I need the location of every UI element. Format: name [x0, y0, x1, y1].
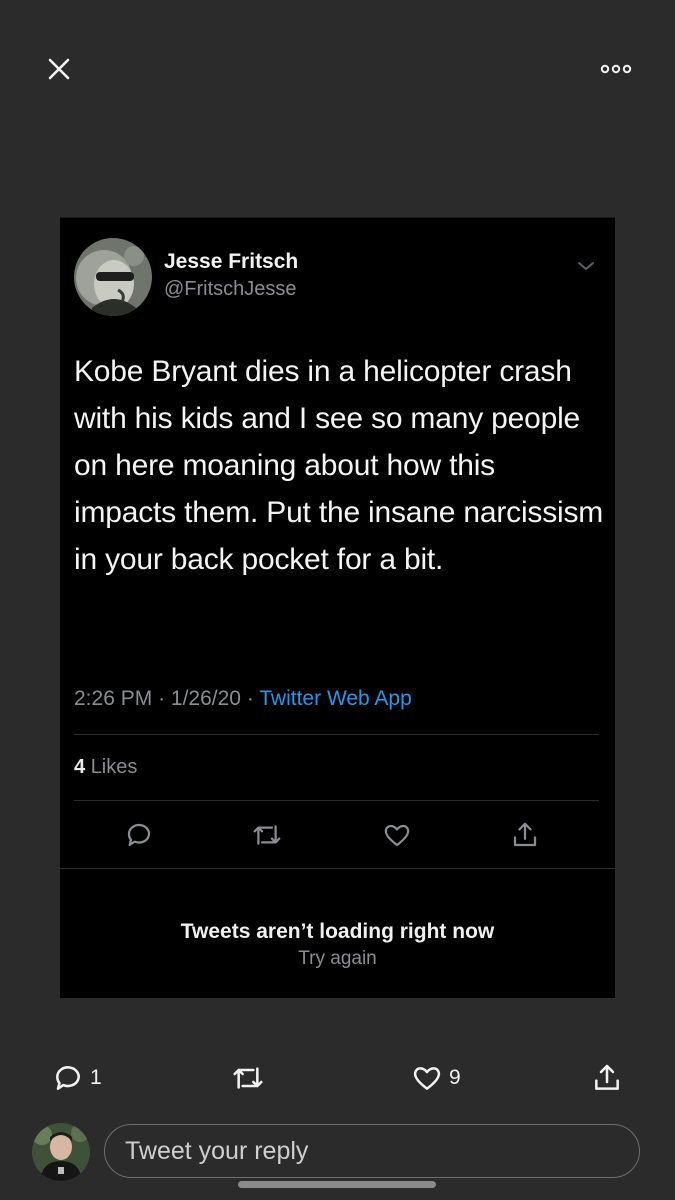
- reply-icon: [56, 1066, 80, 1090]
- close-button[interactable]: [38, 48, 80, 90]
- tweet-time: 2:26 PM: [74, 687, 153, 710]
- tweet-text: Kobe Bryant dies in a helicopter crash w…: [74, 355, 604, 576]
- tweet-source: Twitter Web App: [259, 687, 412, 710]
- share-icon: [595, 1064, 619, 1090]
- heart-icon: [413, 1067, 441, 1090]
- close-icon: [48, 58, 70, 80]
- reply-button[interactable]: 1: [52, 1060, 102, 1096]
- divider: [60, 868, 615, 869]
- tweets-error-title: Tweets aren’t loading right now: [180, 920, 495, 943]
- tweet-metadata: 2:26 PM · 1/26/20 · Twitter Web App: [74, 687, 412, 711]
- embedded-retweet-icon: [250, 818, 284, 852]
- retweet-icon: [233, 1067, 263, 1089]
- tweet-author-avatar: [74, 238, 152, 316]
- reply-count: 1: [90, 1066, 102, 1089]
- more-options-button[interactable]: [593, 52, 639, 86]
- tweet-likes-label: Likes: [90, 756, 138, 778]
- chevron-down-icon: [578, 262, 594, 271]
- tweet-author-name: Jesse Fritsch: [164, 250, 299, 273]
- share-button[interactable]: [591, 1060, 623, 1096]
- tweet-date: 1/26/20: [170, 687, 241, 710]
- divider: [74, 800, 599, 801]
- meta-separator: ·: [246, 687, 260, 710]
- like-count: 9: [449, 1066, 461, 1089]
- media-viewer: Jesse Fritsch @FritschJesse Kobe Bryant …: [0, 0, 675, 1200]
- tweet-likes-count: 4: [74, 756, 86, 778]
- reply-input[interactable]: Tweet your reply: [104, 1124, 640, 1178]
- embedded-like-icon: [380, 818, 414, 852]
- current-user-avatar: [32, 1123, 90, 1181]
- reply-placeholder: Tweet your reply: [125, 1136, 309, 1165]
- embedded-reply-icon: [122, 818, 156, 852]
- embedded-share-icon: [508, 818, 542, 852]
- home-indicator[interactable]: [238, 1181, 436, 1188]
- tweet-likes: 4 Likes: [74, 756, 137, 779]
- tweet-author-handle: @FritschJesse: [164, 278, 297, 300]
- tweet-screenshot-image[interactable]: Jesse Fritsch @FritschJesse Kobe Bryant …: [60, 217, 615, 998]
- meta-separator: ·: [158, 687, 171, 710]
- retweet-button[interactable]: [230, 1060, 266, 1096]
- more-options-icon: [600, 64, 632, 74]
- divider: [74, 734, 599, 735]
- like-button[interactable]: 9: [411, 1060, 461, 1096]
- try-again-link: Try again: [298, 948, 377, 969]
